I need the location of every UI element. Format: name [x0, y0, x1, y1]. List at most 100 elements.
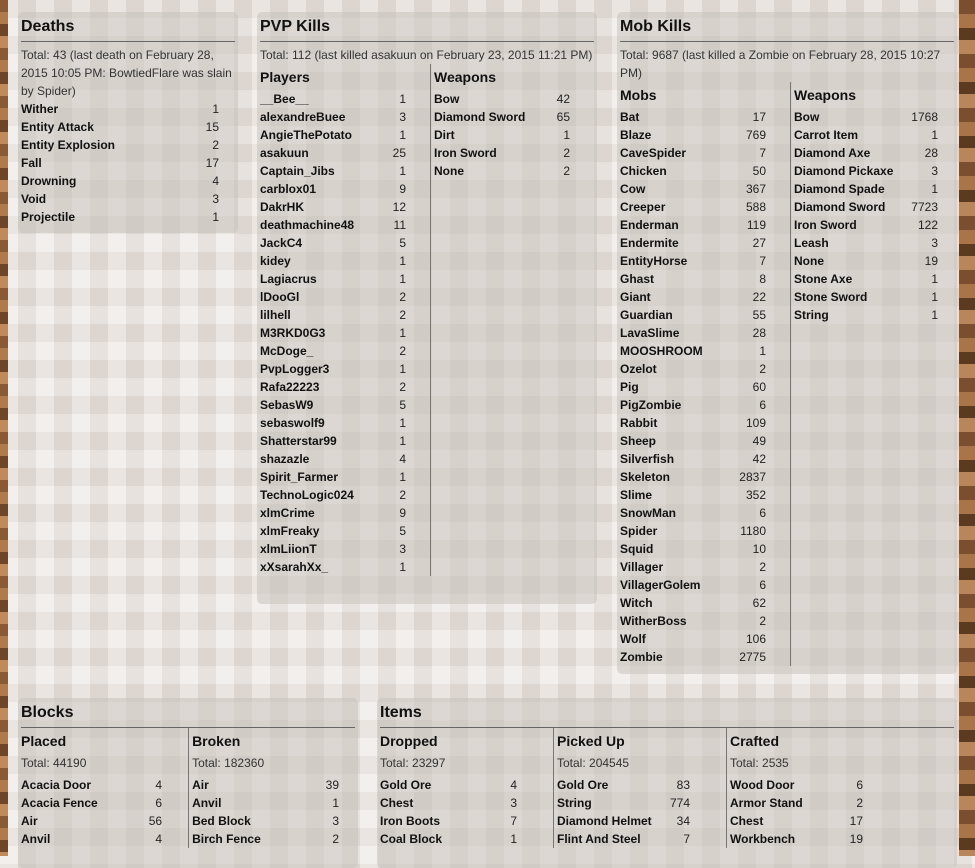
stat-name: Shatterstar99 — [260, 434, 337, 448]
stat-value: 42 — [752, 452, 766, 466]
stat-value: 10 — [752, 542, 766, 556]
stat-value: 3 — [399, 542, 406, 556]
mob-kills-total: Total: 9687 (last killed a Zombie on Feb… — [620, 48, 941, 80]
stat-value: 769 — [745, 128, 766, 142]
stat-name: kidey — [260, 254, 291, 268]
stat-row: Bed Block 3 — [192, 812, 339, 830]
stat-name: McDoge_ — [260, 344, 314, 358]
stat-row: Creeper 588 — [620, 198, 766, 216]
stat-name: Flint And Steel — [557, 832, 641, 846]
stat-name: Rabbit — [620, 416, 658, 430]
stat-name: Air — [21, 814, 38, 828]
stat-value: 1 — [399, 272, 406, 286]
stat-row: AngieThePotato 1 — [260, 126, 406, 144]
stat-value: 2 — [759, 362, 766, 376]
items-dropped-list: Gold Ore 4 Chest 3 Iron Boots 7 Coal Block 1 — [380, 776, 517, 848]
stat-value: 7 — [510, 814, 517, 828]
stat-name: Diamond Spade — [794, 182, 885, 196]
stat-value: 1 — [399, 560, 406, 574]
stat-row: Shatterstar99 1 — [260, 432, 406, 450]
blocks-panel: Blocks Placed Total: 44190 Acacia Door 4 A… — [18, 698, 358, 868]
stat-name: Diamond Sword — [794, 200, 886, 214]
stat-row: Carrot Item 1 — [794, 126, 938, 144]
stat-row: Giant 22 — [620, 288, 766, 306]
deaths-title: Deaths — [21, 12, 235, 42]
pvp-weapons-column: Weapons Bow 42 Diamond Sword 65 Dirt 1 Iron Sw… — [430, 64, 580, 576]
pvp-kills-panel: PVP Kills Total: 112 (last killed asakuu… — [257, 12, 597, 604]
stat-name: Pig — [620, 380, 639, 394]
stat-value: 1 — [399, 164, 406, 178]
stat-row: Anvil 1 — [192, 794, 339, 812]
stat-row: MOOSHROOM 1 — [620, 342, 766, 360]
stat-name: shazazle — [260, 452, 310, 466]
stat-name: xlmCrime — [260, 506, 315, 520]
stat-name: Coal Block — [380, 832, 443, 846]
stat-name: Diamond Axe — [794, 146, 871, 160]
stat-name: Void — [21, 192, 47, 206]
stat-value: 3 — [931, 236, 938, 250]
stat-name: Iron Boots — [380, 814, 440, 828]
stat-value: 4 — [399, 452, 406, 466]
stat-name: VillagerGolem — [620, 578, 701, 592]
blocks-broken-heading: Broken — [192, 733, 241, 749]
stat-name: xXsarahXx_ — [260, 560, 329, 574]
stat-row: DakrHK 12 — [260, 198, 406, 216]
stat-row: Anvil 4 — [21, 830, 162, 848]
stat-row: deathmachine48 11 — [260, 216, 406, 234]
stat-value: 7723 — [911, 200, 938, 214]
stat-name: Stone Axe — [794, 272, 853, 286]
stat-value: 2 — [563, 164, 570, 178]
pvp-weapons-heading: Weapons — [434, 69, 496, 85]
items-dropped-heading: Dropped — [380, 733, 438, 749]
mob-kills-panel: Mob Kills Total: 9687 (last killed a Zom… — [617, 12, 957, 674]
stat-value: 1 — [332, 796, 339, 810]
stat-row: asakuun 25 — [260, 144, 406, 162]
stat-value: 109 — [745, 416, 766, 430]
stat-value: 2 — [212, 138, 219, 152]
stat-value: 2 — [399, 308, 406, 322]
stat-value: 8 — [759, 272, 766, 286]
stat-name: M3RKD0G3 — [260, 326, 326, 340]
stat-row: Entity Explosion 2 — [21, 136, 219, 154]
stat-name: TechnoLogic024 — [260, 488, 354, 502]
blocks-placed-heading: Placed — [21, 733, 67, 749]
stat-value: 6 — [759, 398, 766, 412]
stat-value: 5 — [399, 236, 406, 250]
stat-name: None — [794, 254, 824, 268]
stat-value: 17 — [205, 156, 219, 170]
stat-value: 2 — [856, 796, 863, 810]
stat-value: 1180 — [740, 524, 766, 538]
stat-value: 4 — [155, 778, 163, 792]
stat-row: xXsarahXx_ 1 — [260, 558, 406, 576]
stat-row: Blaze 769 — [620, 126, 766, 144]
pvp-players-heading: Players — [260, 69, 310, 85]
mobs-column: Mobs Bat 17 Blaze 769 CaveSpider 7 Chicken 50 Co… — [620, 82, 790, 666]
stat-name: Gold Ore — [380, 778, 432, 792]
stat-value: 119 — [746, 218, 766, 232]
stat-row: Coal Block 1 — [380, 830, 517, 848]
stat-row: Pig 60 — [620, 378, 766, 396]
stat-value: 25 — [392, 146, 406, 160]
stat-row: Sheep 49 — [620, 432, 766, 450]
mob-weapons-heading: Weapons — [794, 87, 856, 103]
stat-row: xlmLiionT 3 — [260, 540, 406, 558]
stat-row: Diamond Helmet 34 — [557, 812, 690, 830]
stat-row: Acacia Door 4 — [21, 776, 162, 794]
stat-name: lDooGl — [260, 290, 300, 304]
stat-row: Captain_Jibs 1 — [260, 162, 406, 180]
stat-name: Diamond Helmet — [557, 814, 652, 828]
stat-row: Rabbit 109 — [620, 414, 766, 432]
stat-row: Diamond Sword 7723 — [794, 198, 938, 216]
items-crafted-list: Wood Door 6 Armor Stand 2 Chest 17 Workbench 19 — [730, 776, 863, 848]
stat-name: Chicken — [620, 164, 667, 178]
stat-value: 1 — [931, 272, 938, 286]
stat-row: Ghast 8 — [620, 270, 766, 288]
stat-name: Workbench — [730, 832, 796, 846]
stat-name: Anvil — [192, 796, 222, 810]
stat-name: SebasW9 — [260, 398, 314, 412]
stat-name: Armor Stand — [730, 796, 803, 810]
stat-value: 1 — [399, 92, 406, 106]
mob-kills-title: Mob Kills — [620, 12, 954, 42]
stat-row: Bat 17 — [620, 108, 766, 126]
stat-name: String — [794, 308, 829, 322]
